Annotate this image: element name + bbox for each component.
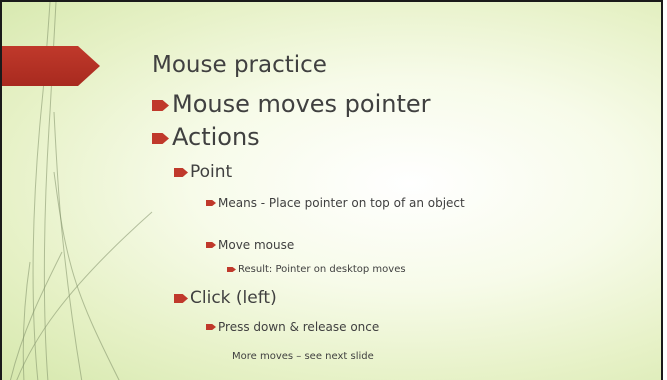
bullet-mouse-moves-pointer: Mouse moves pointer: [152, 90, 431, 118]
bullet-arrow-icon: [174, 294, 188, 303]
bullet-arrow-icon: [227, 267, 236, 272]
bullet-point: Point: [174, 162, 232, 182]
bullet-text: Point: [190, 162, 233, 182]
slide-title: Mouse practice: [152, 52, 327, 78]
bullet-arrow-icon: [174, 168, 188, 177]
bullet-result: Result: Pointer on desktop moves: [227, 264, 406, 276]
bullet-text: Mouse moves pointer: [172, 90, 431, 118]
bullet-means: Means - Place pointer on top of an objec…: [206, 197, 508, 209]
bullet-click-left: Click (left): [174, 288, 277, 308]
bullet-press-down: Press down & release once: [206, 321, 379, 333]
bullet-arrow-icon: [206, 324, 216, 330]
bullet-move-mouse: Move mouse: [206, 239, 294, 251]
bullet-text: Click (left): [190, 288, 277, 308]
bullet-arrow-icon: [206, 242, 216, 248]
bullet-actions: Actions: [152, 123, 260, 151]
footer-note: More moves – see next slide: [232, 351, 374, 362]
bullet-arrow-icon: [206, 200, 216, 206]
bullet-text: Actions: [172, 123, 260, 151]
bullet-text: Press down & release once: [218, 320, 380, 334]
bullet-arrow-icon: [152, 100, 169, 111]
slide: Mouse practice Mouse moves pointer Actio…: [0, 0, 663, 380]
bullet-text: Result: Pointer on desktop moves: [238, 264, 406, 275]
bullet-text: Means - Place pointer on top of an objec…: [218, 196, 465, 210]
bullet-text: Move mouse: [218, 238, 295, 252]
bullet-arrow-icon: [152, 133, 169, 144]
